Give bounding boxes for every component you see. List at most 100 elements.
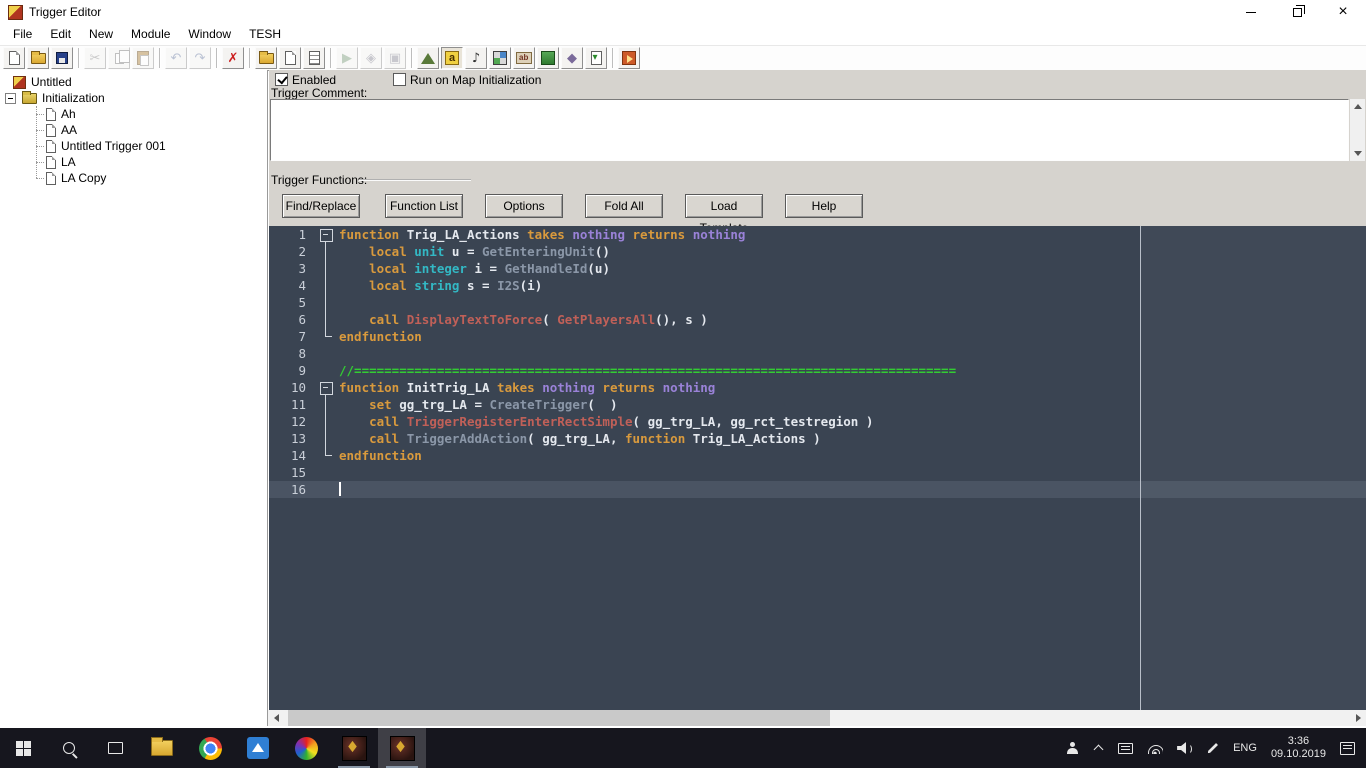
run-on-init-checkbox[interactable] [393, 73, 406, 86]
scroll-down-icon[interactable] [1350, 146, 1365, 161]
ai-editor-button[interactable] [537, 47, 559, 69]
new-map-button[interactable] [3, 47, 25, 69]
color-app-taskbar-button[interactable] [282, 728, 330, 768]
tree-item-ah[interactable]: Ah [0, 106, 267, 122]
code-line[interactable]: 12 call TriggerRegisterEnterRectSimple( … [269, 413, 1366, 430]
code-line[interactable]: 11 set gg_trg_LA = CreateTrigger( ) [269, 396, 1366, 413]
new-action-button[interactable]: ▣ [384, 47, 406, 69]
cut-button[interactable]: ✂ [84, 47, 106, 69]
enabled-checkbox[interactable] [275, 73, 288, 86]
code-line[interactable]: 2 local unit u = GetEnteringUnit() [269, 243, 1366, 260]
trigger-editor-window-taskbar-button[interactable] [378, 728, 426, 768]
tree-item-la-copy[interactable]: LA Copy [0, 170, 267, 186]
restore-button[interactable] [1274, 0, 1320, 24]
language-indicator[interactable]: ENG [1226, 728, 1264, 768]
find-replace-button[interactable]: Find/Replace [282, 194, 360, 218]
code-line[interactable]: 7 endfunction [269, 328, 1366, 345]
code-line[interactable]: 3 local integer i = GetHandleId(u) [269, 260, 1366, 277]
new-condition-button[interactable]: ◈ [360, 47, 382, 69]
menu-file[interactable]: File [4, 25, 41, 43]
file-explorer-taskbar-button[interactable] [138, 728, 186, 768]
object-editor-icon [493, 51, 507, 65]
tree-item-untitled-trigger-001[interactable]: Untitled Trigger 001 [0, 138, 267, 154]
menu-window[interactable]: Window [179, 25, 240, 43]
options-button[interactable]: Options [485, 194, 563, 218]
fold-marker-open[interactable] [313, 226, 339, 243]
search-button[interactable] [46, 728, 92, 768]
new-event-button[interactable]: ▶ [336, 47, 358, 69]
clock[interactable]: 3:36 09.10.2019 [1264, 728, 1333, 768]
new-trigger-comment-button[interactable] [303, 47, 325, 69]
import-manager-icon [590, 51, 602, 65]
tree-item-untitled-root[interactable]: Untitled [0, 74, 267, 90]
minimize-button[interactable] [1228, 0, 1274, 24]
menu-edit[interactable]: Edit [41, 25, 80, 43]
trigger-editor-button[interactable]: a [441, 47, 463, 69]
network-button[interactable] [1140, 728, 1170, 768]
scroll-up-icon[interactable] [1350, 99, 1365, 114]
new-trigger-icon [284, 51, 296, 65]
terrain-editor-button[interactable] [417, 47, 439, 69]
code-line[interactable]: 13 call TriggerAddAction( gg_trg_LA, fun… [269, 430, 1366, 447]
code-line[interactable]: 14 endfunction [269, 447, 1366, 464]
hidden-icons-button[interactable] [1087, 728, 1111, 768]
new-category-button[interactable] [255, 47, 277, 69]
tree-item-aa[interactable]: AA [0, 122, 267, 138]
horizontal-scrollbar[interactable] [268, 710, 1366, 726]
code-line[interactable]: 15 [269, 464, 1366, 481]
fold-column [313, 362, 339, 379]
people-button[interactable] [1059, 728, 1087, 768]
trigger-comment-input[interactable] [270, 99, 1349, 161]
test-map-button[interactable] [618, 47, 640, 69]
tree-item-initialization[interactable]: Initialization [0, 90, 267, 106]
scroll-right-icon[interactable] [1350, 710, 1366, 726]
fold-all-button[interactable]: Fold All [585, 194, 663, 218]
close-button[interactable]: × [1320, 0, 1366, 24]
collapse-expander-icon[interactable] [5, 92, 16, 104]
tree-item-la[interactable]: LA [0, 154, 267, 170]
media-app-taskbar-button[interactable] [234, 728, 282, 768]
fold-marker-open[interactable] [313, 379, 339, 396]
open-map-button[interactable] [27, 47, 49, 69]
function-list-button[interactable]: Function List [385, 194, 463, 218]
object-manager-button[interactable]: ◆ [561, 47, 583, 69]
code-line[interactable]: 10 function InitTrig_LA takes nothing ret… [269, 379, 1366, 396]
sound-editor-button[interactable]: ♪ [465, 47, 487, 69]
help-button[interactable]: Help [785, 194, 863, 218]
pen-button[interactable] [1199, 728, 1226, 768]
action-center-button[interactable] [1333, 728, 1362, 768]
undo-button[interactable]: ↶ [165, 47, 187, 69]
redo-button[interactable]: ↷ [189, 47, 211, 69]
code-line[interactable]: 1 function Trig_LA_Actions takes nothing … [269, 226, 1366, 243]
code-line[interactable]: 4 local string s = I2S(i) [269, 277, 1366, 294]
object-editor-button[interactable] [489, 47, 511, 69]
code-line[interactable]: 16 [269, 481, 1366, 498]
code-line[interactable]: 5 [269, 294, 1366, 311]
object-manager-icon: ◆ [567, 50, 577, 66]
chrome-taskbar-button[interactable] [186, 728, 234, 768]
code-line[interactable]: 8 [269, 345, 1366, 362]
code-editor[interactable]: 1 function Trig_LA_Actions takes nothing … [269, 226, 1366, 710]
world-editor-taskbar-button[interactable] [330, 728, 378, 768]
code-line[interactable]: 6 call DisplayTextToForce( GetPlayersAll… [269, 311, 1366, 328]
start-button[interactable] [0, 728, 46, 768]
delete-button[interactable]: ✗ [222, 47, 244, 69]
code-line[interactable]: 9 //=====================================… [269, 362, 1366, 379]
menu-new[interactable]: New [80, 25, 122, 43]
task-view-button[interactable] [92, 728, 138, 768]
volume-button[interactable] [1170, 728, 1199, 768]
load-template-button[interactable]: Load Template [685, 194, 763, 235]
scrollbar-thumb[interactable] [288, 710, 830, 726]
comment-scrollbar[interactable] [1350, 99, 1365, 161]
menu-module[interactable]: Module [122, 25, 179, 43]
touch-keyboard-button[interactable] [1111, 728, 1140, 768]
scroll-left-icon[interactable] [268, 710, 284, 726]
menu-tesh[interactable]: TESH [240, 25, 290, 43]
new-trigger-button[interactable] [279, 47, 301, 69]
import-manager-button[interactable] [585, 47, 607, 69]
copy-button[interactable] [108, 47, 130, 69]
paste-button[interactable] [132, 47, 154, 69]
save-map-button[interactable] [51, 47, 73, 69]
campaign-editor-button[interactable] [513, 47, 535, 69]
